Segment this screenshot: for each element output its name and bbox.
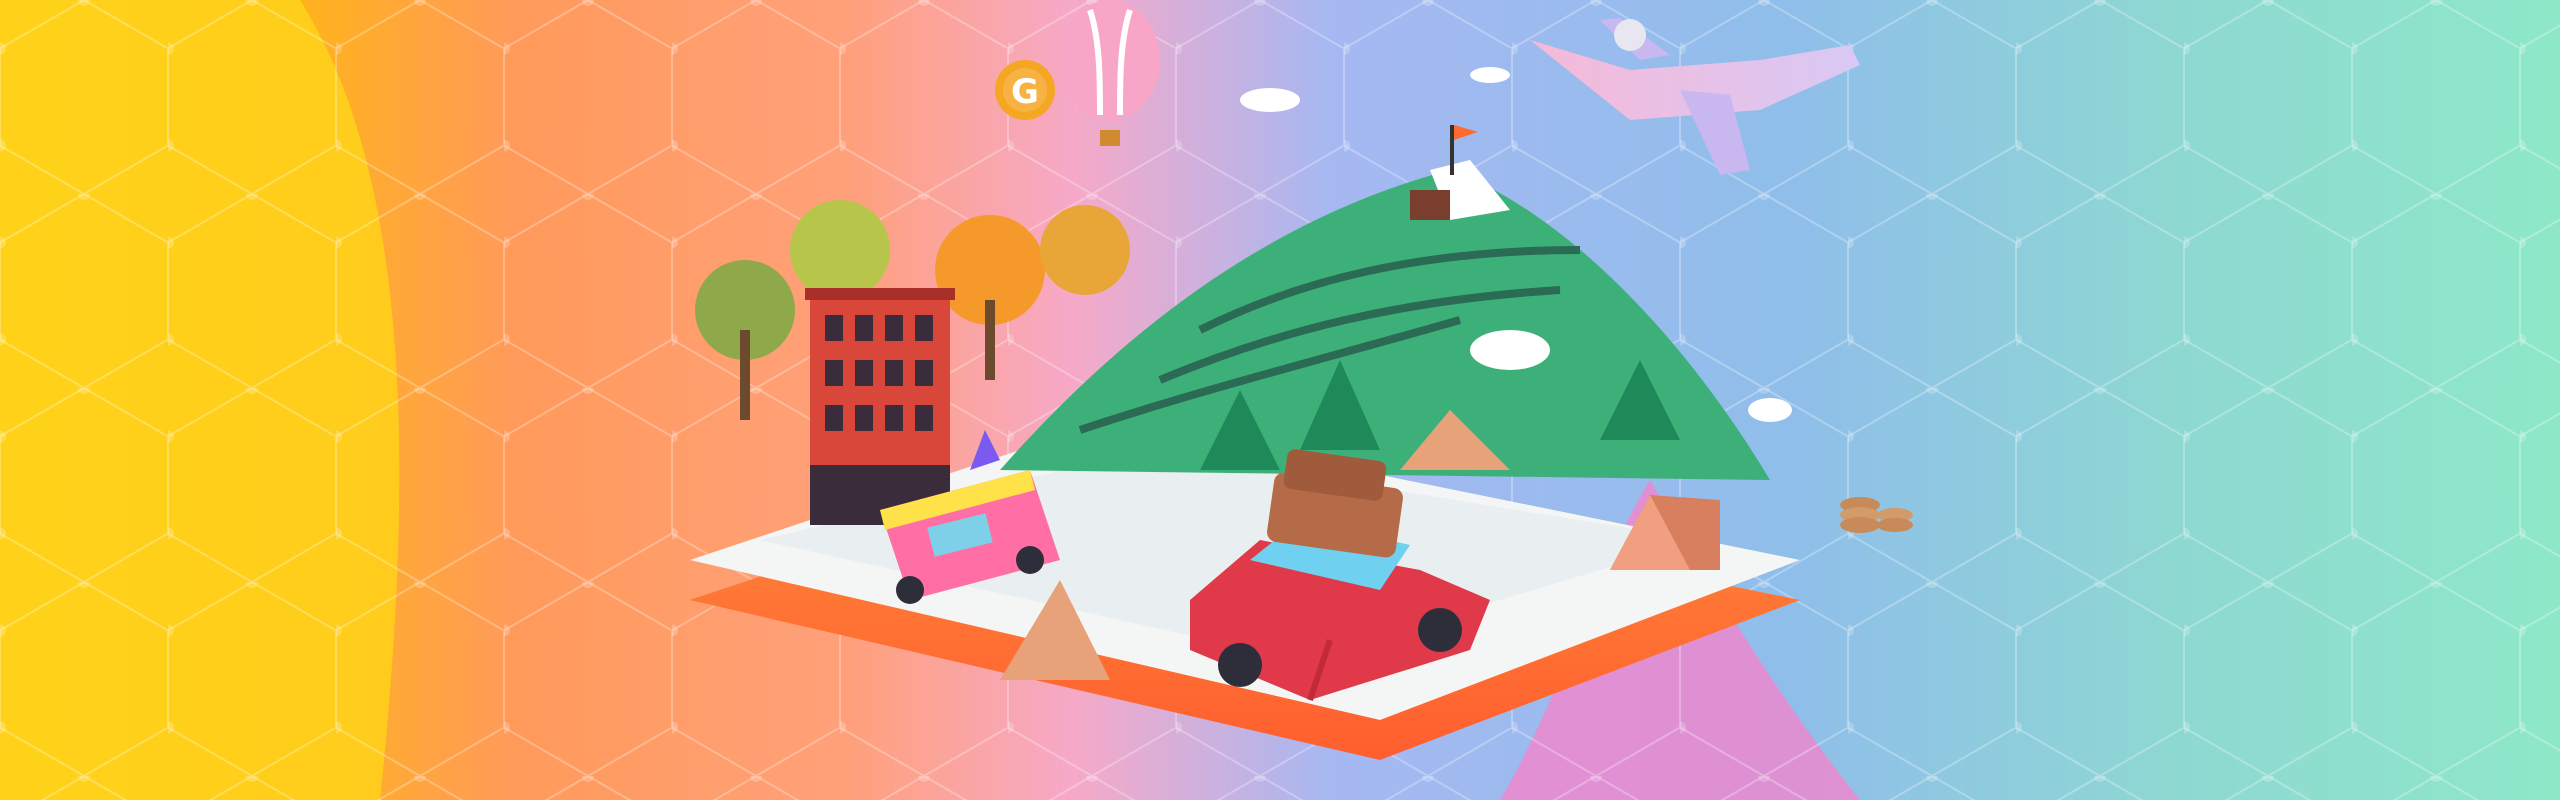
brick-building xyxy=(805,288,955,525)
g-coin-letter: G xyxy=(1011,72,1039,112)
travel-banner-illustration: G xyxy=(0,0,2560,800)
